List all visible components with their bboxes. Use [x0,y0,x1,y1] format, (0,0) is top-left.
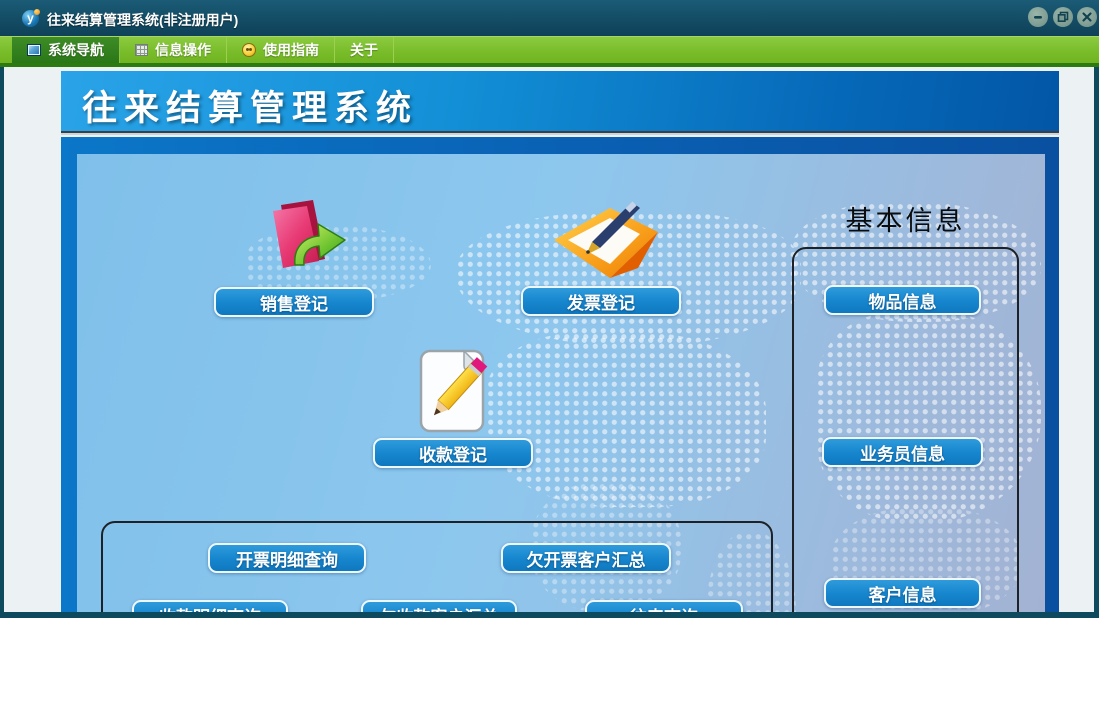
receipt-register-button[interactable]: 收款登记 [373,438,533,468]
screen: y 往来结算管理系统(非注册用户) 系统导航 信息操作 使用指南 关于 往来结算… [0,0,1099,723]
tab-label: 信息操作 [155,42,211,58]
window-title: 往来结算管理系统(非注册用户) [47,12,239,28]
world-map-dots [486,332,766,507]
grid-icon [135,44,148,56]
minimize-icon [1034,16,1042,19]
minimize-button[interactable] [1028,7,1048,27]
app-logo-icon: y [22,9,40,27]
query-group-box [101,521,773,612]
tab-system-navigation[interactable]: 系统导航 [12,37,120,63]
app-logo-letter: y [27,11,34,25]
customer-info-button[interactable]: 客户信息 [824,578,981,608]
invoice-register-button[interactable]: 发票登记 [521,286,681,316]
page-title: 往来结算管理系统 [82,89,419,128]
owed-receipt-customer-summary-button[interactable]: 欠收款客户汇总 [361,600,517,612]
transactions-query-button[interactable]: 往来查询 [585,600,743,612]
main-panel: 销售登记 发票登记 收款登记 开票明细查询 欠开票客户汇总 收款明细查询 欠收款… [61,137,1059,612]
tab-label: 系统导航 [48,42,104,58]
close-button[interactable] [1077,7,1097,27]
owed-invoice-customer-summary-button[interactable]: 欠开票客户汇总 [501,543,671,573]
tab-user-guide[interactable]: 使用指南 [227,37,335,63]
sales-folder-arrow-icon[interactable] [261,197,361,285]
basic-info-title: 基本信息 [845,206,966,236]
tab-label: 使用指南 [263,42,319,58]
restore-button[interactable] [1053,7,1073,27]
tab-about[interactable]: 关于 [335,37,394,63]
menu-bar: 系统导航 信息操作 使用指南 关于 [0,36,1099,63]
menu-divider [0,63,1099,67]
item-info-button[interactable]: 物品信息 [824,285,981,315]
tab-label: 关于 [350,42,378,58]
help-coin-icon [242,43,256,57]
invoice-pen-icon[interactable] [546,200,666,285]
window-icon [27,44,41,56]
restore-icon [1057,11,1069,23]
app-window: y 往来结算管理系统(非注册用户) 系统导航 信息操作 使用指南 关于 往来结算… [0,0,1099,618]
receipt-detail-query-button[interactable]: 收款明细查询 [132,600,288,612]
tab-info-operations[interactable]: 信息操作 [120,37,227,63]
sales-register-button[interactable]: 销售登记 [214,287,374,317]
title-bar: y 往来结算管理系统(非注册用户) [0,0,1099,36]
invoice-detail-query-button[interactable]: 开票明细查询 [208,543,366,573]
close-icon [1082,12,1092,22]
receipt-pencil-icon[interactable] [416,347,491,435]
salesman-info-button[interactable]: 业务员信息 [822,437,983,467]
header-band: 往来结算管理系统 [61,71,1059,133]
